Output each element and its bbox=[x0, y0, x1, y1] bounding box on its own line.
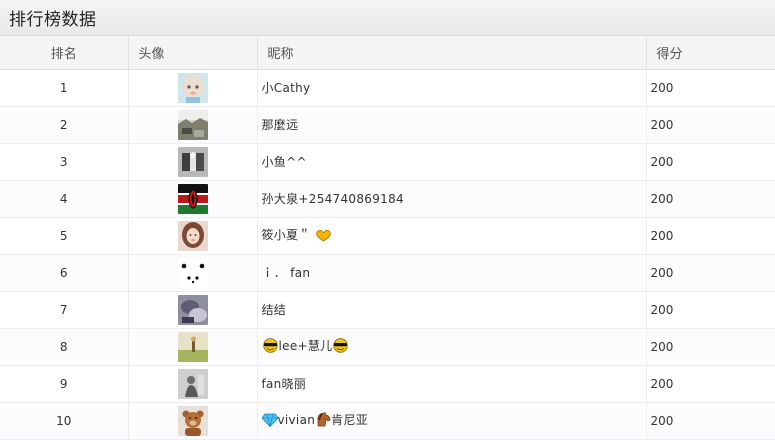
sunglasses-emoji-icon bbox=[262, 338, 279, 356]
rank-cell: 8 bbox=[0, 328, 129, 366]
nickname-cell: ｉ． fan bbox=[257, 254, 647, 292]
column-header-score[interactable]: 得分 bbox=[646, 36, 775, 70]
panel-title: 排行榜数据 bbox=[9, 10, 97, 30]
table-row[interactable]: 3 小鱼^^ 200 bbox=[0, 143, 775, 181]
nickname-cell: 小鱼^^ bbox=[257, 143, 647, 181]
grayscale-photo-avatar-icon[interactable] bbox=[177, 146, 208, 177]
nickname-text: vivian bbox=[277, 413, 316, 427]
table-row[interactable]: 4 孙大泉+254740869184 200 bbox=[0, 180, 775, 218]
nickname-cell: 小Cathy bbox=[257, 69, 647, 107]
score-cell: 200 bbox=[646, 402, 775, 440]
table-header-row: 排名 头像 昵称 得分 bbox=[0, 36, 775, 70]
rank-cell: 6 bbox=[0, 254, 129, 292]
table-row[interactable]: 9 fan晓丽 200 bbox=[0, 365, 775, 403]
field-photo-avatar-icon[interactable] bbox=[177, 331, 208, 362]
rank-cell: 5 bbox=[0, 217, 129, 255]
score-cell: 200 bbox=[646, 143, 775, 181]
table-row[interactable]: 10 vivian 肯尼亚 200 bbox=[0, 402, 775, 440]
sunglasses-emoji-icon bbox=[332, 338, 349, 356]
rank-cell: 2 bbox=[0, 106, 129, 144]
panel-header: 排行榜数据 bbox=[0, 0, 775, 36]
nickname-cell: vivian 肯尼亚 bbox=[257, 402, 647, 440]
nickname-cell: 那麼远 bbox=[257, 106, 647, 144]
teddy-bear-avatar-icon[interactable] bbox=[177, 405, 208, 436]
column-header-avatar[interactable]: 头像 bbox=[128, 36, 258, 70]
kenya-flag-avatar-icon[interactable] bbox=[177, 183, 208, 214]
rank-cell: 4 bbox=[0, 180, 129, 218]
rank-cell: 9 bbox=[0, 365, 129, 403]
rank-cell: 1 bbox=[0, 69, 129, 107]
leaderboard-panel: 排行榜数据 排名 头像 昵称 得分 1 小Cathy 200 2 那麼远 200… bbox=[0, 0, 775, 440]
score-cell: 200 bbox=[646, 217, 775, 255]
blurred-photo-avatar-icon[interactable] bbox=[177, 294, 208, 325]
nickname-cell: 孙大泉+254740869184 bbox=[257, 180, 647, 218]
leaderboard-table: 排名 头像 昵称 得分 1 小Cathy 200 2 那麼远 200 3 小鱼^… bbox=[0, 36, 775, 440]
nickname-tail-text: 肯尼亚 bbox=[331, 413, 369, 427]
panda-dots-avatar-icon[interactable] bbox=[177, 257, 208, 288]
nickname-cell: 结结 bbox=[257, 291, 647, 329]
score-cell: 200 bbox=[646, 254, 775, 292]
score-cell: 200 bbox=[646, 365, 775, 403]
score-cell: 200 bbox=[646, 291, 775, 329]
nickname-text: 筱小夏＂ bbox=[261, 228, 311, 242]
horse-emoji-icon bbox=[315, 412, 331, 430]
nickname-cell: fan晓丽 bbox=[257, 365, 647, 403]
column-header-rank[interactable]: 排名 bbox=[0, 36, 129, 70]
nickname-cell: lee+慧儿 bbox=[257, 328, 647, 366]
table-row[interactable]: 6 ｉ． fan 200 bbox=[0, 254, 775, 292]
baby-avatar-icon[interactable] bbox=[177, 72, 208, 103]
girl-portrait-avatar-icon[interactable] bbox=[177, 220, 208, 251]
rank-cell: 3 bbox=[0, 143, 129, 181]
rank-cell: 7 bbox=[0, 291, 129, 329]
rank-cell: 10 bbox=[0, 402, 129, 440]
score-cell: 200 bbox=[646, 106, 775, 144]
nickname-text: lee+慧儿 bbox=[278, 339, 333, 353]
table-row[interactable]: 1 小Cathy 200 bbox=[0, 69, 775, 107]
nickname-cell: 筱小夏＂ bbox=[257, 217, 647, 255]
heart-hands-emoji-icon bbox=[315, 228, 332, 245]
score-cell: 200 bbox=[646, 328, 775, 366]
person-gray-avatar-icon[interactable] bbox=[177, 368, 208, 399]
table-row[interactable]: 2 那麼远 200 bbox=[0, 106, 775, 144]
score-cell: 200 bbox=[646, 69, 775, 107]
table-row[interactable]: 7 结结 200 bbox=[0, 291, 775, 329]
table-row[interactable]: 8 lee+慧儿 200 bbox=[0, 328, 775, 366]
column-header-nickname[interactable]: 昵称 bbox=[257, 36, 647, 70]
gem-emoji-icon bbox=[260, 413, 279, 430]
score-cell: 200 bbox=[646, 180, 775, 218]
landscape-photo-avatar-icon[interactable] bbox=[177, 109, 208, 140]
table-row[interactable]: 5 筱小夏＂ 200 bbox=[0, 217, 775, 255]
